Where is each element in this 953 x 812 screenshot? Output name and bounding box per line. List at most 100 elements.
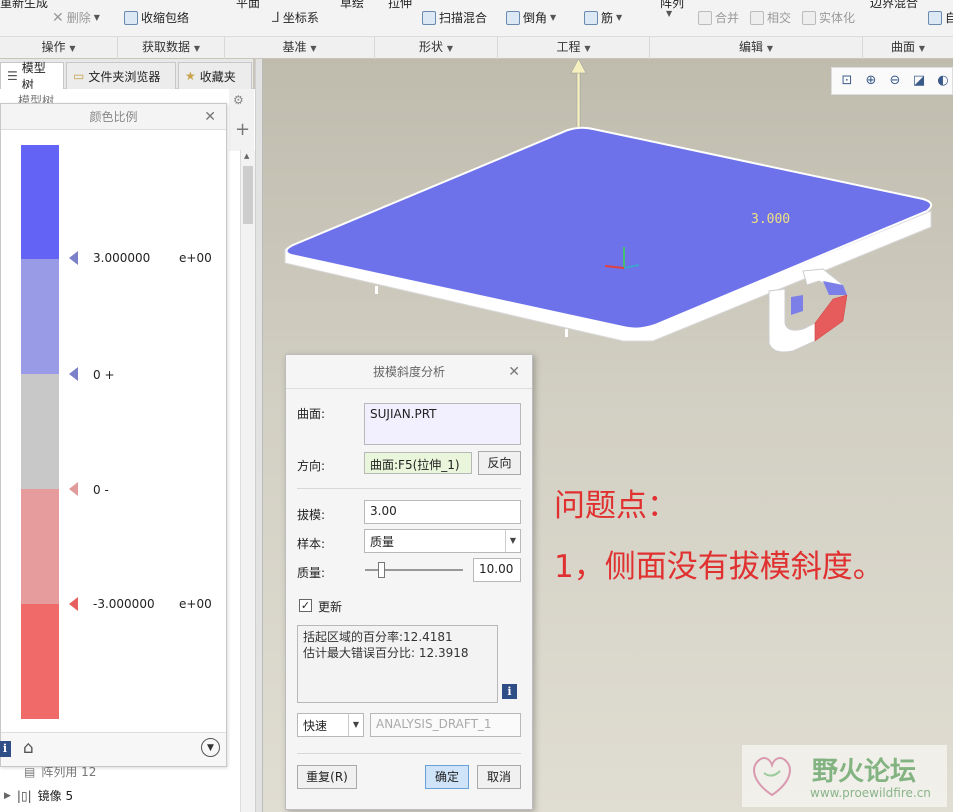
display-style-icon[interactable]: ◐: [934, 72, 952, 90]
group-label: 工程: [556, 40, 581, 54]
plane-label: 平面: [236, 0, 261, 10]
intersect-icon: [750, 10, 764, 25]
scale-marker-arrow[interactable]: [69, 251, 78, 265]
sample-select[interactable]: 质量 ▼: [364, 529, 521, 553]
merge-label: 合并: [715, 11, 740, 25]
csys-label: 坐标系: [282, 11, 319, 25]
round-label: 倒角: [523, 11, 548, 25]
draft-angle-input[interactable]: 3.00: [364, 500, 521, 524]
folder-icon: ▭: [73, 69, 85, 83]
delete-button[interactable]: ✕ 删除 ▼: [52, 9, 100, 26]
regenerate-button[interactable]: 重新生成: [0, 0, 48, 11]
scroll-up-icon[interactable]: ▲: [244, 152, 249, 160]
chevron-down-icon[interactable]: ▼: [201, 738, 220, 757]
plane-button[interactable]: 平面: [236, 0, 260, 11]
repaint-icon[interactable]: ◪: [910, 72, 928, 90]
sketch-button[interactable]: 草绘: [340, 0, 364, 11]
ok-button[interactable]: 确定: [425, 765, 469, 789]
group-engineering[interactable]: 工程 ▼: [498, 37, 650, 59]
reverse-button[interactable]: 反向: [478, 451, 521, 475]
intersect-button[interactable]: 相交: [750, 9, 791, 26]
chevron-down-icon: ▼: [550, 13, 557, 22]
mode-select-value: 快速: [303, 719, 328, 733]
tab-label: 收藏夹: [199, 69, 236, 84]
tab-label: 模型树: [21, 61, 46, 92]
scale-marker-exponent: e+00: [179, 251, 212, 265]
ribbon-group-row: 操作 ▼ 获取数据 ▼ 基准 ▼ 形状 ▼ 工程 ▼ 编辑 ▼ 曲面 ▼: [0, 36, 953, 59]
tab-model-tree[interactable]: ☰ 模型树: [0, 61, 64, 92]
home-icon[interactable]: ⌂: [23, 738, 34, 758]
scroll-thumb[interactable]: [243, 166, 253, 224]
csys-button[interactable]: ⅃ 坐标系: [272, 9, 319, 26]
rib-button[interactable]: 筋 ▼: [584, 9, 622, 26]
cancel-button[interactable]: 取消: [477, 765, 521, 789]
group-label: 基准: [282, 40, 307, 54]
group-surfaces[interactable]: 曲面 ▼: [863, 37, 953, 59]
round-icon: [506, 10, 520, 25]
analysis-name-input[interactable]: ANALYSIS_DRAFT_1: [370, 713, 521, 737]
round-button[interactable]: 倒角 ▼: [506, 9, 556, 26]
scale-marker-value: 0 -: [93, 483, 109, 497]
mode-select[interactable]: 快速 ▼: [297, 713, 364, 737]
surface-label: 曲面:: [297, 407, 326, 421]
group-datum[interactable]: 基准 ▼: [225, 37, 375, 59]
separator: [297, 753, 521, 754]
surface-collector[interactable]: SUJIAN.PRT: [364, 403, 521, 445]
group-editing[interactable]: 编辑 ▼: [650, 37, 863, 59]
close-icon[interactable]: ✕: [508, 364, 520, 380]
sweep-blend-icon: [422, 10, 436, 25]
tab-folder-browser[interactable]: ▭ 文件夹浏览器: [66, 62, 176, 89]
quality-input[interactable]: 10.00: [473, 558, 521, 582]
draft-dimension-label[interactable]: 3.000: [751, 212, 790, 227]
quality-slider-thumb[interactable]: [377, 562, 385, 578]
solidify-button[interactable]: 实体化: [802, 9, 855, 26]
zoom-in-icon[interactable]: ⊕: [862, 72, 880, 90]
info-icon[interactable]: i: [0, 741, 11, 757]
scale-marker-value: 0 +: [93, 368, 115, 382]
tree-scrollbar[interactable]: ▲: [240, 150, 255, 812]
solidify-icon: [802, 10, 816, 25]
add-icon[interactable]: +: [235, 119, 250, 140]
scale-marker-arrow[interactable]: [69, 367, 78, 381]
merge-button[interactable]: 合并: [698, 9, 739, 26]
panel-splitter[interactable]: [255, 59, 263, 812]
draft-analysis-dialog: 拔模斜度分析 ✕ 曲面: SUJIAN.PRT 方向: 曲面:F5(拉伸_1) …: [285, 354, 533, 810]
group-label: 操作: [41, 40, 66, 54]
group-shapes[interactable]: 形状 ▼: [375, 37, 498, 59]
result-line-enclosed: 括起区域的百分率:12.4181: [303, 630, 453, 644]
color-scale-panel: 颜色比例 ✕ 3.000000 e+00 0 + 0 - -3.000000 e…: [0, 103, 227, 767]
pattern-dropdown[interactable]: ▼: [666, 9, 672, 18]
group-get-data[interactable]: 获取数据 ▼: [118, 37, 225, 59]
info-icon[interactable]: i: [502, 684, 517, 699]
tab-favorites[interactable]: ★ 收藏夹: [178, 62, 252, 89]
scale-marker-arrow[interactable]: [69, 482, 78, 496]
sweep-blend-button[interactable]: 扫描混合: [422, 9, 487, 26]
navigator-tabs: ☰ 模型树 ▭ 文件夹浏览器 ★ 收藏夹: [0, 59, 253, 92]
dialog-title: 拔模斜度分析: [286, 355, 532, 389]
group-operations[interactable]: 操作 ▼: [0, 37, 118, 59]
sample-select-value: 质量: [370, 535, 395, 549]
shrinkwrap-button[interactable]: 收缩包络: [124, 9, 189, 26]
boundary-blend-button[interactable]: 边界混合: [870, 0, 918, 11]
update-checkbox[interactable]: ✓: [299, 599, 312, 612]
group-label: 形状: [419, 40, 444, 54]
direction-collector[interactable]: 曲面:F5(拉伸_1): [364, 452, 472, 474]
color-band-neutral: [21, 374, 59, 489]
close-icon[interactable]: ✕: [204, 109, 216, 125]
rib-label: 筋: [601, 11, 614, 25]
auto-button[interactable]: 自: [928, 9, 953, 26]
scale-marker-value: -3.000000: [93, 597, 155, 611]
scale-marker-arrow[interactable]: [69, 597, 78, 611]
zoom-out-icon[interactable]: ⊖: [886, 72, 904, 90]
tree-item-mirror[interactable]: ▶ |▯| 镜像 5: [4, 787, 73, 804]
chevron-down-icon: ▼: [666, 9, 673, 18]
repeat-button[interactable]: 重复(R): [297, 765, 357, 789]
zoom-fit-icon[interactable]: ⊡: [838, 72, 856, 90]
tree-settings-icon[interactable]: ⚙: [233, 93, 244, 107]
sample-label: 样本:: [297, 537, 326, 551]
group-label: 获取数据: [142, 40, 191, 54]
extrude-button[interactable]: 拉伸: [388, 0, 412, 11]
scale-marker-value: 3.000000: [93, 251, 151, 265]
scale-marker-exponent: e+00: [179, 597, 212, 611]
ribbon: 重新生成 平面 草绘 拉伸 阵列 边界混合 ✕ 删除 ▼ 收缩包络 ⅃ 坐标系 扫描混…: [0, 0, 953, 59]
